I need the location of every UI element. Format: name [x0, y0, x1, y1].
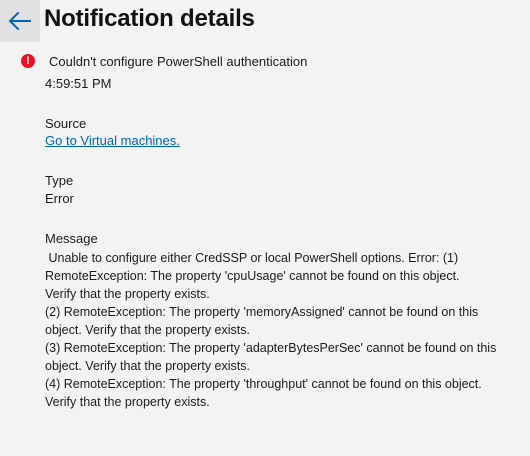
notification-title: Couldn't configure PowerShell authentica…	[49, 54, 308, 69]
page-title: Notification details	[44, 5, 255, 32]
type-value: Error	[45, 191, 74, 206]
type-label: Type	[45, 173, 74, 188]
arrow-left-icon	[8, 11, 31, 31]
message-text: Unable to configure either CredSSP or lo…	[45, 251, 497, 409]
error-icon: !	[21, 54, 35, 68]
notification-time: 4:59:51 PM	[45, 76, 112, 91]
back-button[interactable]	[0, 0, 40, 42]
source-link[interactable]: Go to Virtual machines.	[45, 133, 180, 148]
source-label: Source	[45, 116, 87, 131]
message-label: Message	[45, 231, 98, 246]
